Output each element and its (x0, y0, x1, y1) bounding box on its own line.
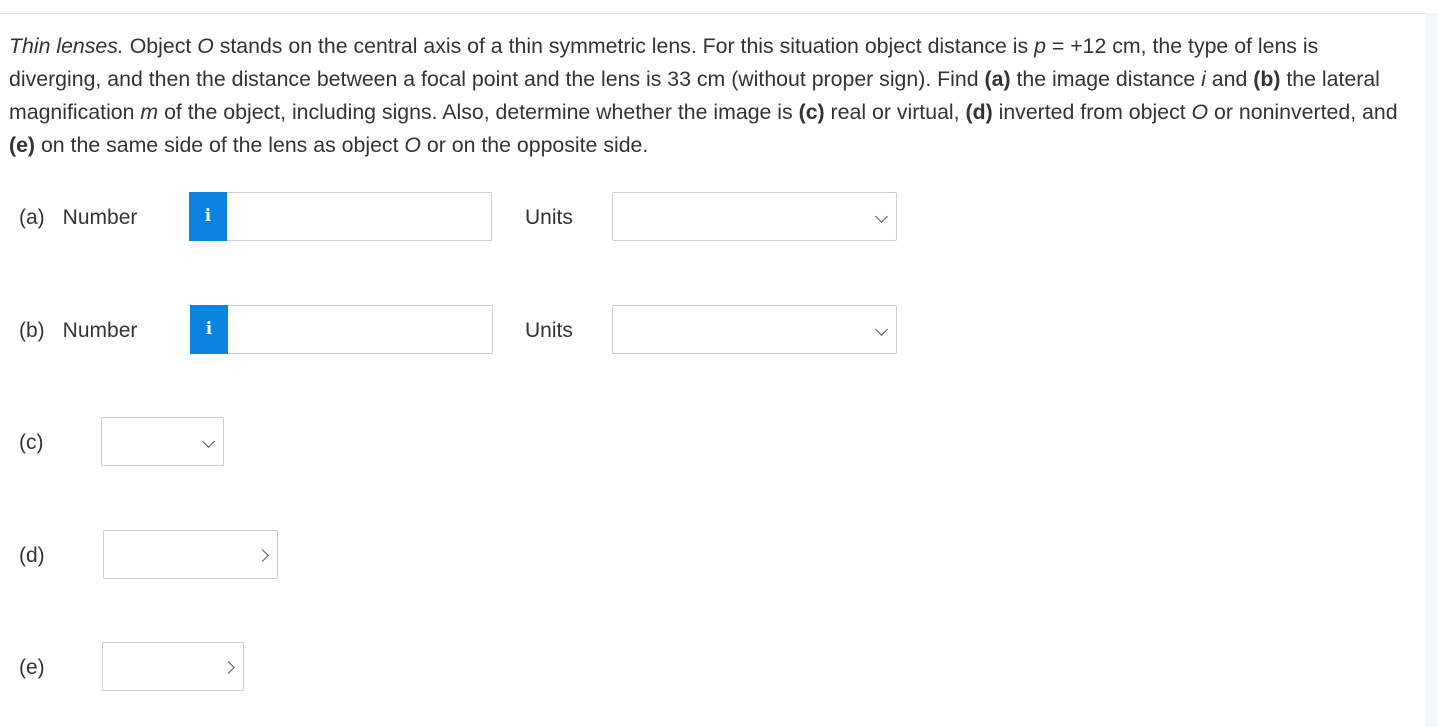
part-c-select[interactable] (101, 417, 224, 466)
chevron-right-icon (222, 661, 235, 674)
question-text: Thin lenses. Object O stands on the cent… (9, 34, 1398, 157)
part-e-label: (e) (19, 656, 45, 679)
part-a-number-input[interactable] (227, 192, 492, 241)
part-b-label: (b) Number (19, 318, 137, 344)
part-a-number-label: Number (62, 206, 138, 229)
part-b-units-label: Units (525, 319, 573, 342)
part-b-letter: (b) (19, 319, 45, 342)
part-d-select[interactable] (103, 530, 278, 579)
part-a-units-label: Units (525, 206, 573, 229)
part-b-number-label: Number (62, 319, 138, 342)
chevron-down-icon (202, 435, 215, 448)
part-b-info-icon[interactable]: i (190, 305, 228, 354)
question-title: Thin lenses. (9, 34, 124, 58)
part-a-units-select[interactable] (612, 192, 897, 241)
chevron-down-icon (875, 323, 888, 336)
page: Thin lenses. Object O stands on the cent… (0, 0, 1438, 727)
right-scroll-gutter (1426, 13, 1438, 727)
chevron-down-icon (875, 210, 888, 223)
part-a-info-icon[interactable]: i (189, 192, 227, 241)
part-a-label: (a) Number (19, 205, 137, 231)
part-c-label: (c) (19, 431, 44, 454)
part-b-units-select[interactable] (612, 305, 897, 354)
part-b-number-input[interactable] (228, 305, 493, 354)
chevron-right-icon (256, 549, 269, 562)
part-a-letter: (a) (19, 206, 45, 229)
part-e-select[interactable] (102, 642, 244, 691)
part-d-label: (d) (19, 544, 45, 567)
top-divider (0, 13, 1426, 14)
